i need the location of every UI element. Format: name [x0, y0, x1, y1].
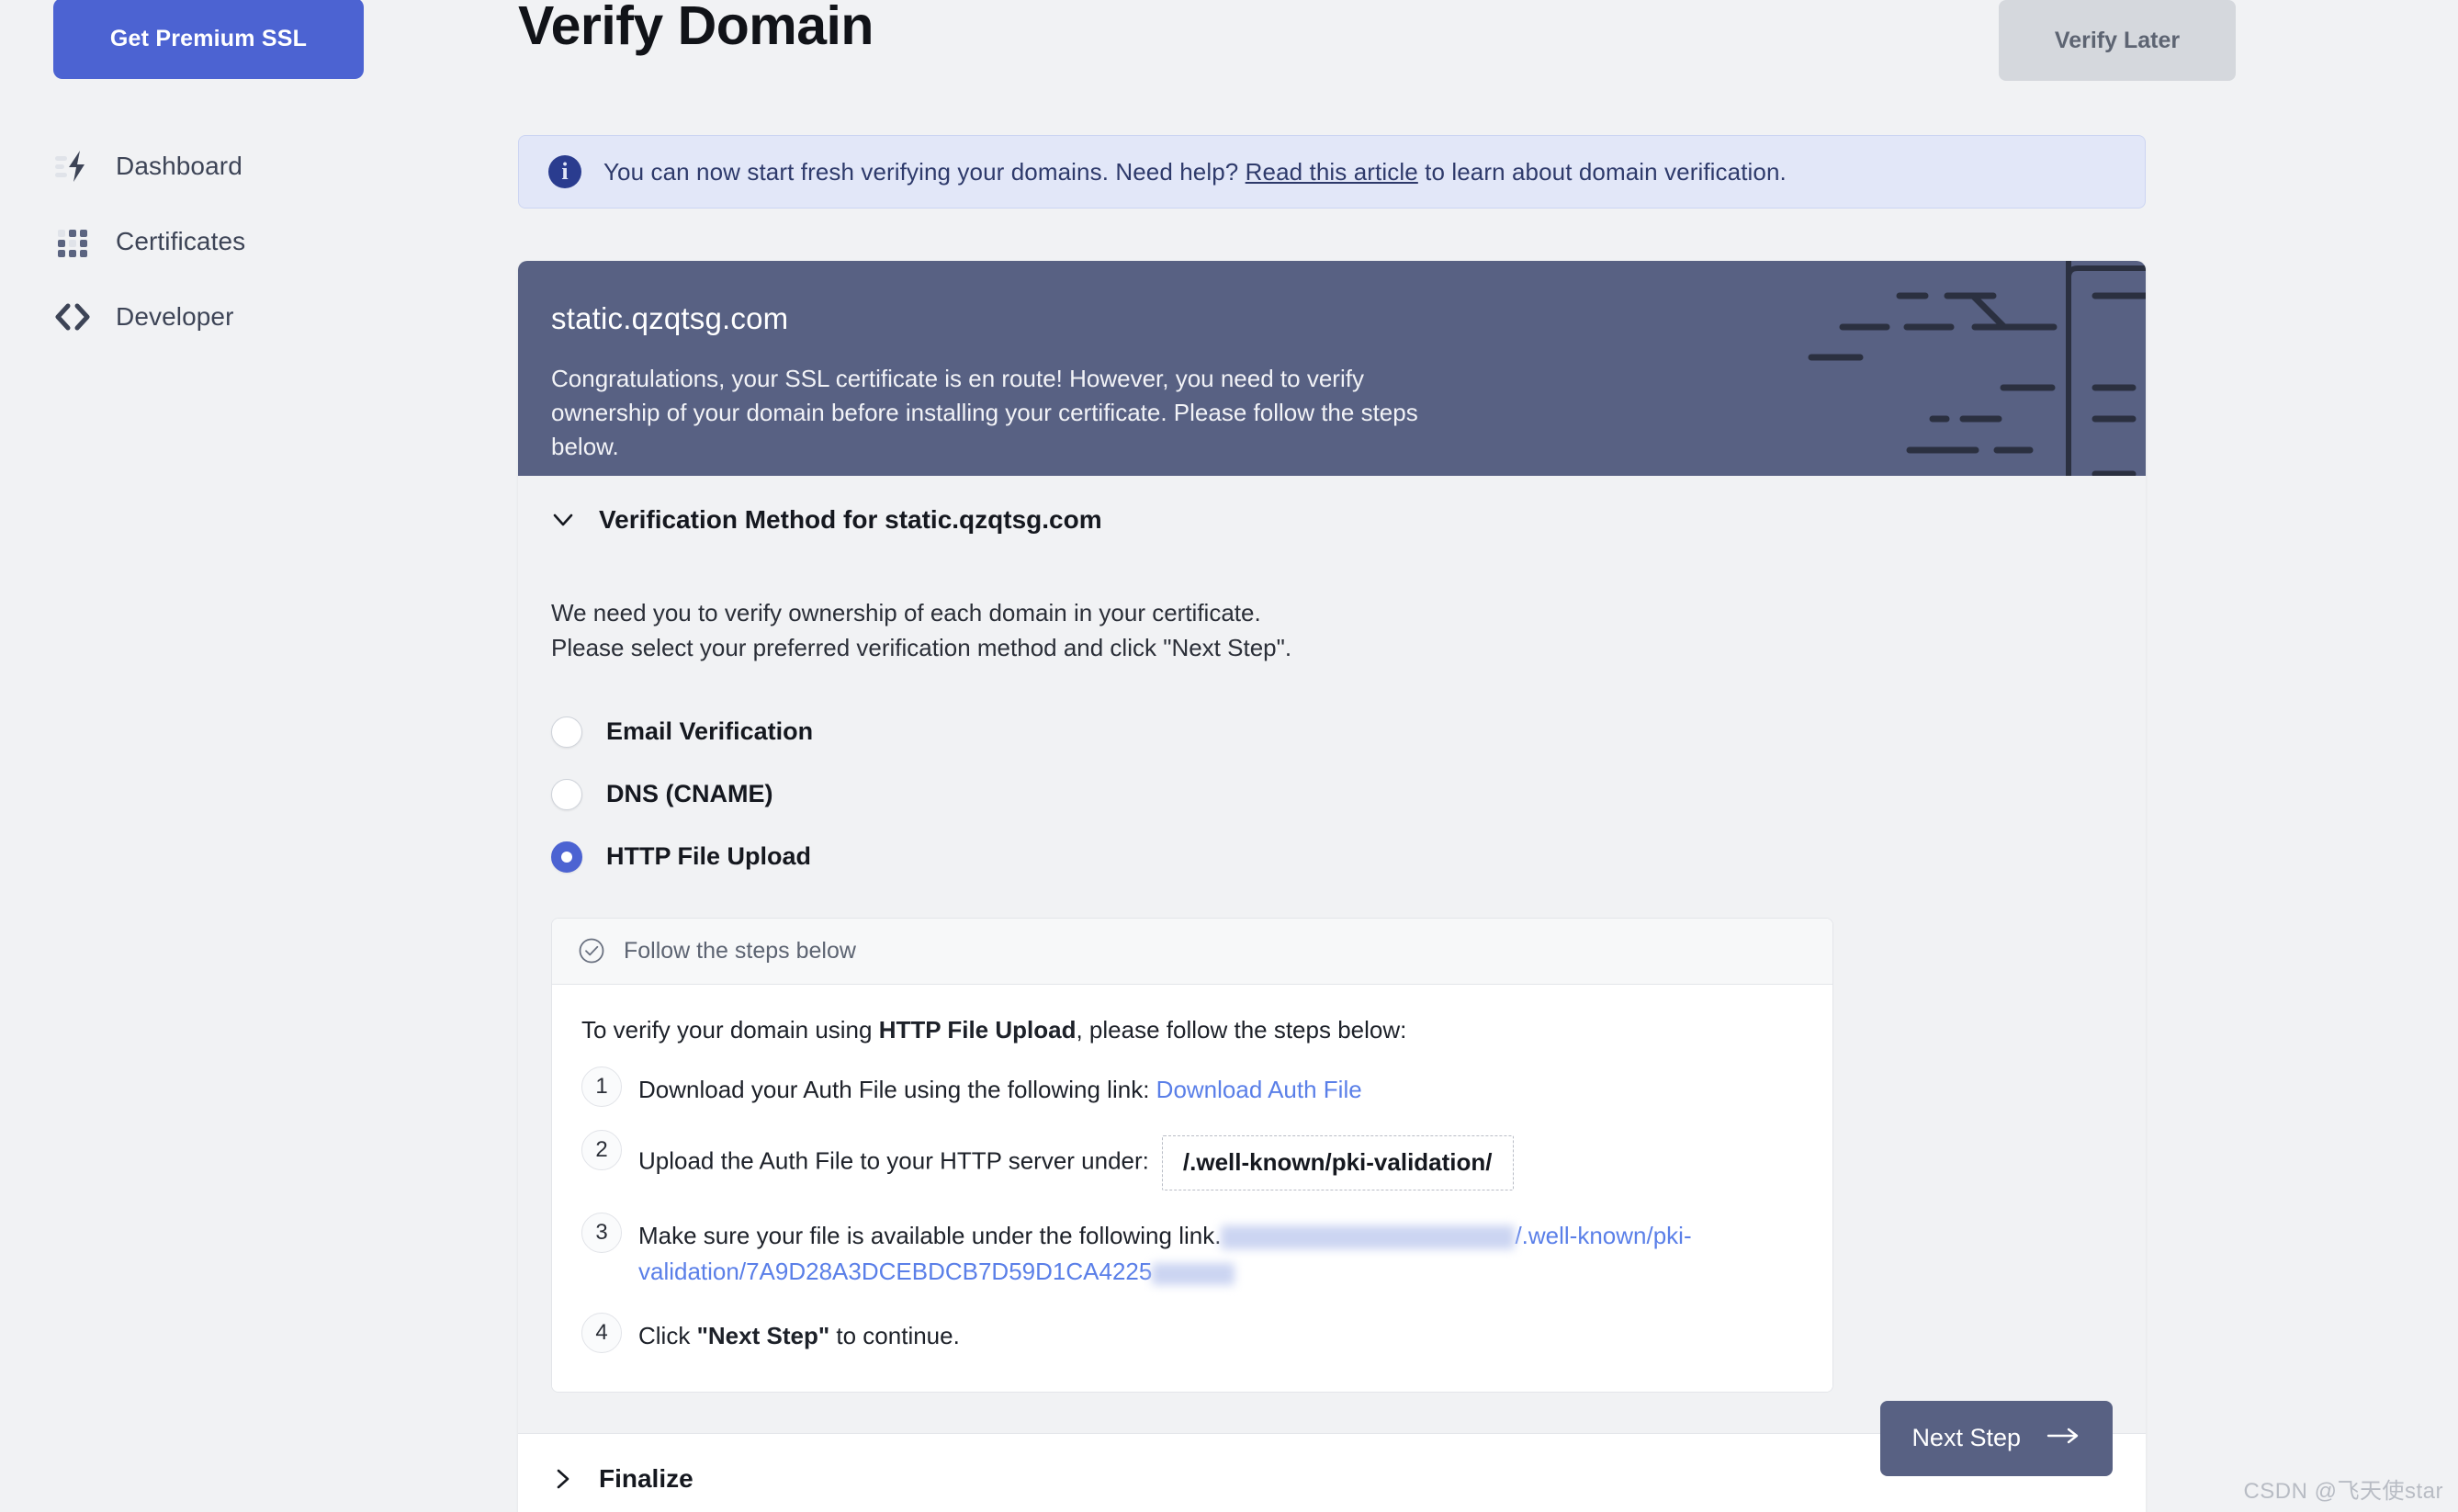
verification-card: static.qzqtsg.com Congratulations, your … [518, 261, 2146, 1512]
watermark: CSDN @飞天使star [2243, 1479, 2443, 1504]
check-circle-icon [578, 937, 605, 965]
card-domain-name: static.qzqtsg.com [551, 301, 789, 335]
steps-intro-bold: HTTP File Upload [878, 1015, 1077, 1044]
steps-intro: To verify your domain using HTTP File Up… [581, 1016, 1801, 1044]
radio-option-email-verification[interactable]: Email Verification [551, 701, 2146, 763]
verification-method-radio-group: Email Verification DNS (CNAME) HTTP File… [518, 666, 2146, 888]
verification-method-section-header[interactable]: Verification Method for static.qzqtsg.co… [518, 476, 2146, 564]
chevron-right-icon [551, 1467, 575, 1491]
decorative-code-lines-icon [1808, 261, 2146, 476]
info-text-before: You can now start fresh verifying your d… [603, 157, 1239, 186]
next-step-button[interactable]: Next Step [1880, 1400, 2113, 1476]
redacted-host [1221, 1225, 1516, 1250]
step-item: 4 Click "Next Step" to continue. [581, 1313, 1801, 1355]
info-icon: i [548, 155, 581, 188]
app-root: Get Premium SSL Dashboard Certificates D… [0, 0, 2458, 1512]
radio-indicator[interactable] [551, 716, 582, 748]
radio-indicator[interactable] [551, 778, 582, 810]
intro-line-1: We need you to verify ownership of each … [551, 599, 1261, 626]
steps-panel-body: To verify your domain using HTTP File Up… [552, 984, 1832, 1392]
verification-intro: We need you to verify ownership of each … [518, 564, 2146, 666]
card-body: Verification Method for static.qzqtsg.co… [518, 476, 2146, 1512]
page-title: Verify Domain [518, 0, 874, 56]
step-text: Upload the Auth File to your HTTP server… [638, 1132, 1514, 1190]
get-premium-ssl-button[interactable]: Get Premium SSL [53, 0, 364, 79]
radio-indicator-selected[interactable] [551, 841, 582, 873]
finalize-label: Finalize [599, 1463, 693, 1493]
steps-intro-before: To verify your domain using [581, 1015, 873, 1044]
card-description: Congratulations, your SSL certificate is… [551, 365, 1418, 460]
bolt-icon [53, 147, 92, 186]
steps-panel: Follow the steps below To verify your do… [551, 917, 1833, 1393]
code-icon [53, 298, 92, 336]
step-text-before: Download your Auth File using the follow… [638, 1075, 1150, 1103]
step-item: 3 Make sure your file is available under… [581, 1212, 1801, 1291]
steps-panel-title: Follow the steps below [624, 937, 856, 964]
verify-later-button[interactable]: Verify Later [1999, 0, 2236, 81]
card-header: static.qzqtsg.com Congratulations, your … [518, 261, 2146, 476]
auth-file-path-value: /.well-known/pki-validation/ [1161, 1135, 1514, 1190]
sidebar-item-label: Dashboard [116, 152, 242, 180]
radio-option-http-file-upload[interactable]: HTTP File Upload [551, 826, 2146, 888]
step-text-before: Make sure your file is available under t… [638, 1221, 1222, 1249]
step-number: 4 [581, 1313, 622, 1353]
step-text-before: Upload the Auth File to your HTTP server… [638, 1147, 1149, 1176]
step-number: 1 [581, 1066, 622, 1107]
radio-label: DNS (CNAME) [606, 780, 773, 808]
sidebar-item-certificates[interactable]: Certificates [53, 204, 439, 279]
steps-intro-after: , please follow the steps below: [1076, 1015, 1407, 1044]
step-text-after: to continue. [836, 1322, 960, 1349]
chevron-down-icon [551, 508, 575, 532]
step-text: Click "Next Step" to continue. [638, 1315, 960, 1355]
steps-panel-header: Follow the steps below [552, 918, 1832, 985]
info-banner: i You can now start fresh verifying your… [518, 135, 2146, 209]
step-text: Download your Auth File using the follow… [638, 1068, 1362, 1109]
intro-line-2: Please select your preferred verificatio… [551, 634, 1292, 662]
step-item: 1 Download your Auth File using the foll… [581, 1066, 1801, 1109]
step-number: 2 [581, 1130, 622, 1171]
grid-icon [53, 222, 92, 261]
info-banner-text: You can now start fresh verifying your d… [603, 158, 1787, 186]
download-auth-file-link[interactable]: Download Auth File [1156, 1076, 1362, 1103]
radio-option-dns-cname[interactable]: DNS (CNAME) [551, 763, 2146, 826]
sidebar-item-dashboard[interactable]: Dashboard [53, 129, 439, 204]
step-text-before: Click [638, 1322, 691, 1349]
info-text-after: to learn about domain verification. [1425, 157, 1787, 186]
sidebar-item-label: Developer [116, 302, 234, 331]
main-content: Verify Domain Verify Later i You can now… [511, 0, 2458, 1512]
sidebar-item-label: Certificates [116, 227, 246, 255]
read-this-article-link[interactable]: Read this article [1246, 158, 1418, 186]
step-text: Make sure your file is available under t… [638, 1214, 1801, 1291]
step-number: 3 [581, 1212, 622, 1253]
arrow-right-icon [2046, 1424, 2081, 1452]
step-item: 2 Upload the Auth File to your HTTP serv… [581, 1130, 1801, 1190]
radio-label: HTTP File Upload [606, 842, 812, 871]
step-text-bold: "Next Step" [696, 1322, 830, 1349]
section-title: Verification Method for static.qzqtsg.co… [599, 505, 1102, 534]
sidebar-item-developer[interactable]: Developer [53, 279, 439, 355]
redacted-tail [1152, 1262, 1235, 1285]
sidebar-nav: Dashboard Certificates Developer [53, 129, 439, 355]
radio-label: Email Verification [606, 717, 814, 746]
sidebar: Get Premium SSL Dashboard Certificates D… [0, 0, 511, 1512]
next-step-label: Next Step [1911, 1424, 2021, 1452]
